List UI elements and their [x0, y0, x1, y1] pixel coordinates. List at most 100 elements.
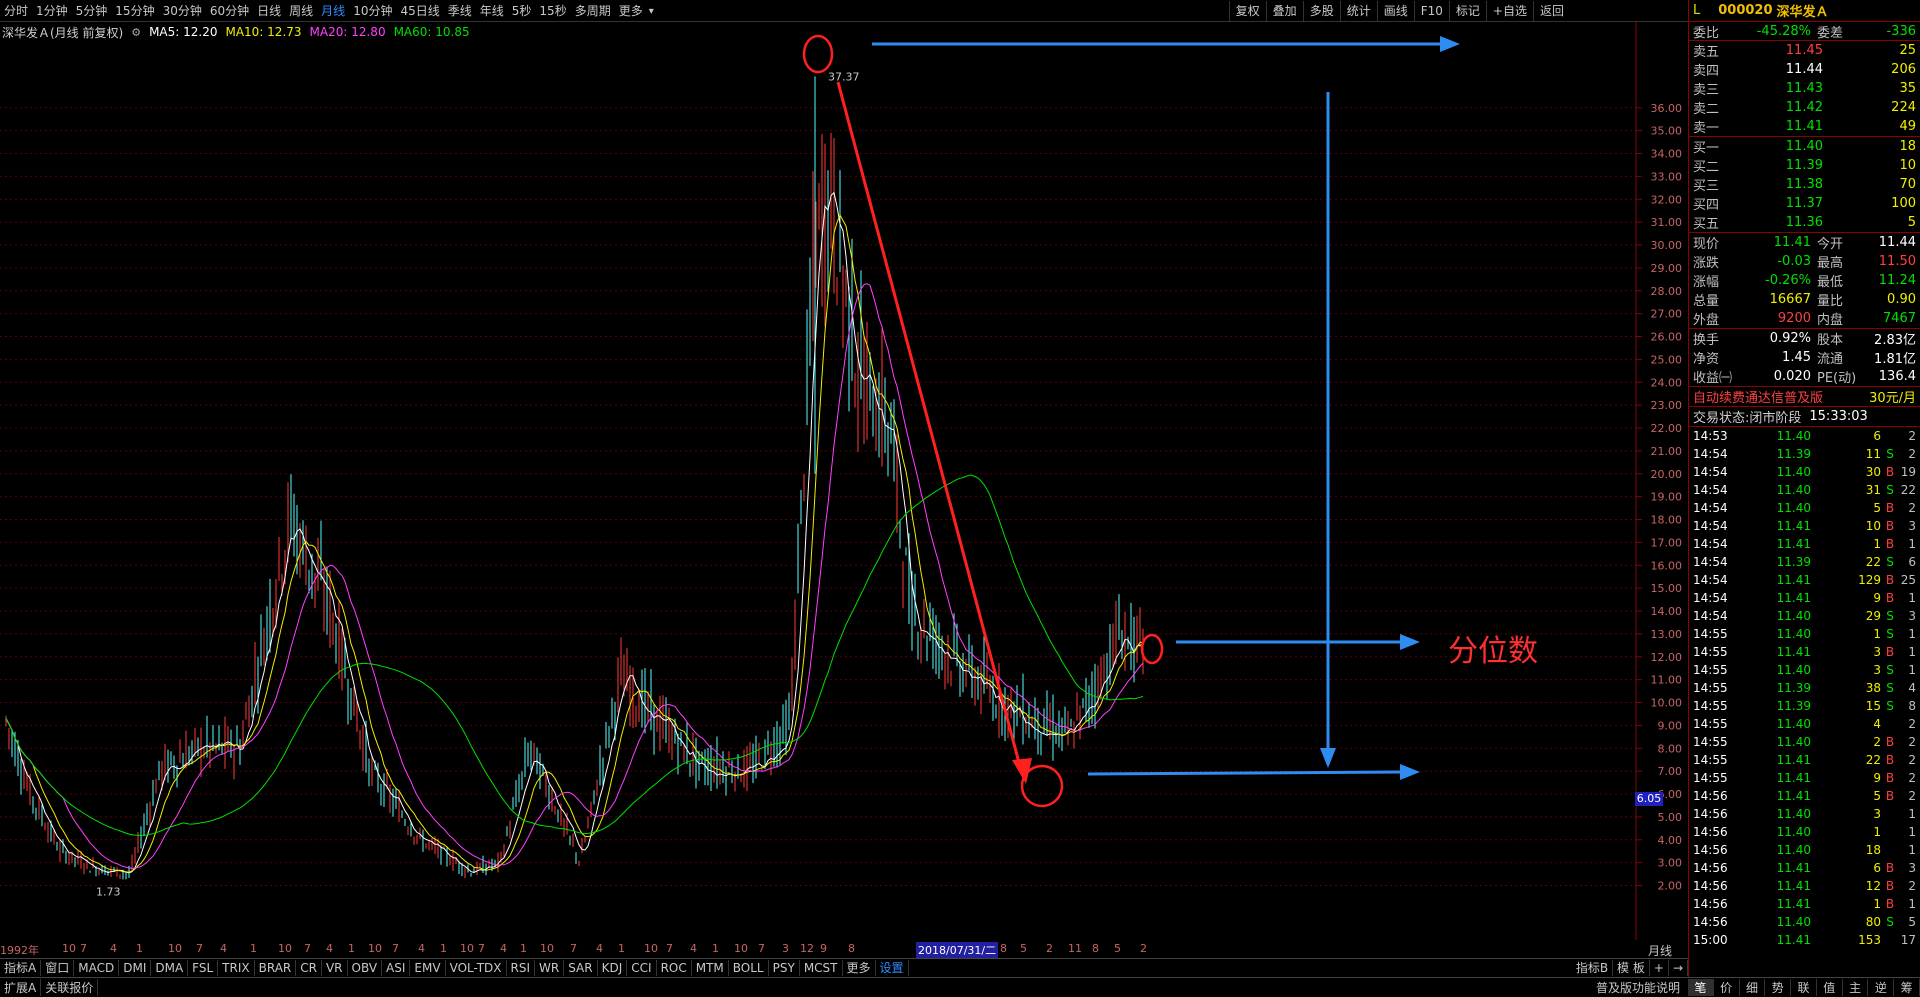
toolbar-button[interactable]: F10 — [1413, 1, 1449, 21]
indicator-tab[interactable]: VR — [322, 959, 348, 976]
toolbar-button[interactable]: 复权 — [1228, 1, 1266, 21]
indicator-tab[interactable]: RSI — [507, 959, 536, 976]
indicator-right-button[interactable]: 指标B — [1572, 959, 1614, 976]
toolbar-button[interactable]: 多股 — [1302, 1, 1340, 21]
indicator-tab[interactable]: MACD — [74, 959, 120, 976]
timeframe-tab[interactable]: 多周期 — [571, 0, 615, 22]
tick-time: 14:54 — [1693, 447, 1728, 461]
quote-tab[interactable]: 笔 — [1688, 979, 1714, 996]
indicator-tab[interactable]: KDJ — [598, 959, 628, 976]
indicator-tab[interactable]: 指标A — [0, 959, 42, 976]
indicator-tab[interactable]: MCST — [800, 959, 843, 976]
sells-row: 卖二 11.42 224 — [1689, 98, 1920, 117]
quote-tab[interactable]: 逆 — [1868, 979, 1895, 996]
price-tick-label: 23.00 — [1651, 399, 1683, 412]
quote-tab[interactable]: 势 — [1765, 979, 1792, 996]
indicator-right-button[interactable]: → — [1669, 959, 1688, 976]
candlestick-chart[interactable]: 36.00 35.00 34.00 33.00 32.00 31.00 30.00 29.00… — [0, 22, 1688, 940]
quote-tab[interactable]: 值 — [1817, 979, 1843, 996]
high-circle — [802, 34, 834, 74]
timeframe-tab[interactable]: 1分钟 — [32, 0, 72, 22]
indicator-tab[interactable]: EMV — [410, 959, 446, 976]
timeframe-tab[interactable]: 月线 — [317, 0, 349, 22]
quote-tab[interactable]: 细 — [1740, 979, 1766, 996]
ad-banner[interactable]: 自动续费通达信普及版 30元/月 — [1689, 387, 1920, 407]
indicator-right-button[interactable]: 模 板 — [1613, 959, 1650, 976]
timeframe-tab[interactable]: 分时 — [0, 0, 32, 22]
indicator-tab[interactable]: DMI — [119, 959, 152, 976]
tick-volume: 38 — [1865, 681, 1881, 695]
timeframe-tab[interactable]: 周线 — [285, 0, 317, 22]
tick-side: B — [1885, 645, 1895, 659]
tick-side: S — [1886, 699, 1894, 713]
quote-tab[interactable]: 筹 — [1894, 979, 1920, 996]
indicator-tab[interactable]: CR — [296, 959, 322, 976]
extension-bar: 扩展A 关联报价 普及版功能说明 — [0, 977, 1688, 997]
indicator-tab[interactable]: VOL-TDX — [446, 959, 507, 976]
indicator-tab[interactable]: SAR — [564, 959, 598, 976]
indicator-tab[interactable]: OBV — [348, 959, 383, 976]
timeframe-tab[interactable]: 10分钟 — [349, 0, 396, 22]
tick-side: B — [1885, 897, 1895, 911]
tick-side: B — [1885, 861, 1895, 875]
toolbar-button[interactable]: 统计 — [1339, 1, 1377, 21]
date-label: 10 — [644, 942, 658, 955]
indicator-tab[interactable]: 窗口 — [41, 959, 75, 976]
tick-volume: 1 — [1873, 537, 1881, 551]
timeframe-tab[interactable]: 15分钟 — [111, 0, 158, 22]
date-label: 2 — [1046, 942, 1053, 955]
quote-tab[interactable]: 联 — [1791, 979, 1817, 996]
tick-count: 1 — [1908, 537, 1916, 551]
timeframe-tab[interactable]: 30分钟 — [159, 0, 206, 22]
indicator-tab[interactable]: WR — [535, 959, 565, 976]
indicator-tab[interactable]: BRAR — [255, 959, 297, 976]
timeframe-tab[interactable]: 更多 — [615, 0, 647, 22]
toolbar-button[interactable]: 画线 — [1376, 1, 1414, 21]
indicator-tab[interactable]: MTM — [692, 959, 729, 976]
indicator-tab[interactable]: CCI — [627, 959, 657, 976]
tick-count: 2 — [1908, 501, 1916, 515]
quote-tab[interactable]: 主 — [1843, 979, 1869, 996]
indicator-tab[interactable]: DMA — [151, 959, 189, 976]
indicator-tab[interactable]: ASI — [382, 959, 411, 976]
indicator-tab[interactable]: PSY — [769, 959, 800, 976]
indicator-right-button[interactable]: + — [1650, 959, 1669, 976]
tick-price: 11.40 — [1776, 627, 1811, 641]
ext-tab-related[interactable]: 关联报价 — [41, 979, 99, 996]
indicator-tab[interactable]: TRIX — [218, 959, 255, 976]
sells-volume: 206 — [1891, 62, 1916, 77]
price-tick-label: 14.00 — [1651, 605, 1683, 618]
chevron-down-icon[interactable]: ▾ — [649, 6, 654, 17]
timeframe-tab[interactable]: 季线 — [444, 0, 476, 22]
tick-time: 14:56 — [1693, 879, 1728, 893]
toolbar-button[interactable]: 标记 — [1448, 1, 1486, 21]
tick-volume: 5 — [1873, 789, 1881, 803]
tick-price: 11.41 — [1776, 789, 1811, 803]
timeframe-tab[interactable]: 年线 — [476, 0, 508, 22]
toolbar-button[interactable]: 返回 — [1532, 1, 1570, 21]
indicator-tab[interactable]: FSL — [188, 959, 219, 976]
timeframe-tab[interactable]: 日线 — [253, 0, 285, 22]
timeframe-tab[interactable]: 15秒 — [535, 0, 570, 22]
mid-level-arrowhead — [1400, 634, 1420, 650]
tick-count: 1 — [1908, 627, 1916, 641]
version-info-link[interactable]: 普及版功能说明 — [1596, 979, 1688, 996]
date-label: 1 — [136, 942, 143, 955]
indicator-tab[interactable]: BOLL — [729, 959, 769, 976]
tick-price: 11.41 — [1776, 861, 1811, 875]
toolbar-button[interactable]: 叠加 — [1265, 1, 1303, 21]
timeframe-tab[interactable]: 5秒 — [508, 0, 536, 22]
toolbar-button[interactable]: +自选 — [1485, 1, 1533, 21]
sells-label: 卖四 — [1693, 64, 1720, 79]
timeframe-tab[interactable]: 45日线 — [396, 0, 443, 22]
quote-tab[interactable]: 价 — [1714, 979, 1740, 996]
stat-value: 1.81亿 — [1874, 352, 1916, 367]
price-tick-label: 11.00 — [1651, 674, 1683, 687]
indicator-tab[interactable]: 更多 — [843, 959, 876, 976]
timeframe-tab[interactable]: 60分钟 — [206, 0, 253, 22]
timeframe-tab[interactable]: 5分钟 — [72, 0, 112, 22]
indicator-tab[interactable]: 设置 — [876, 959, 909, 976]
indicator-tab[interactable]: ROC — [657, 959, 692, 976]
stat-row: 涨幅 -0.26% 最低 11.24 — [1689, 271, 1920, 290]
ext-tab-a[interactable]: 扩展A — [0, 979, 42, 996]
